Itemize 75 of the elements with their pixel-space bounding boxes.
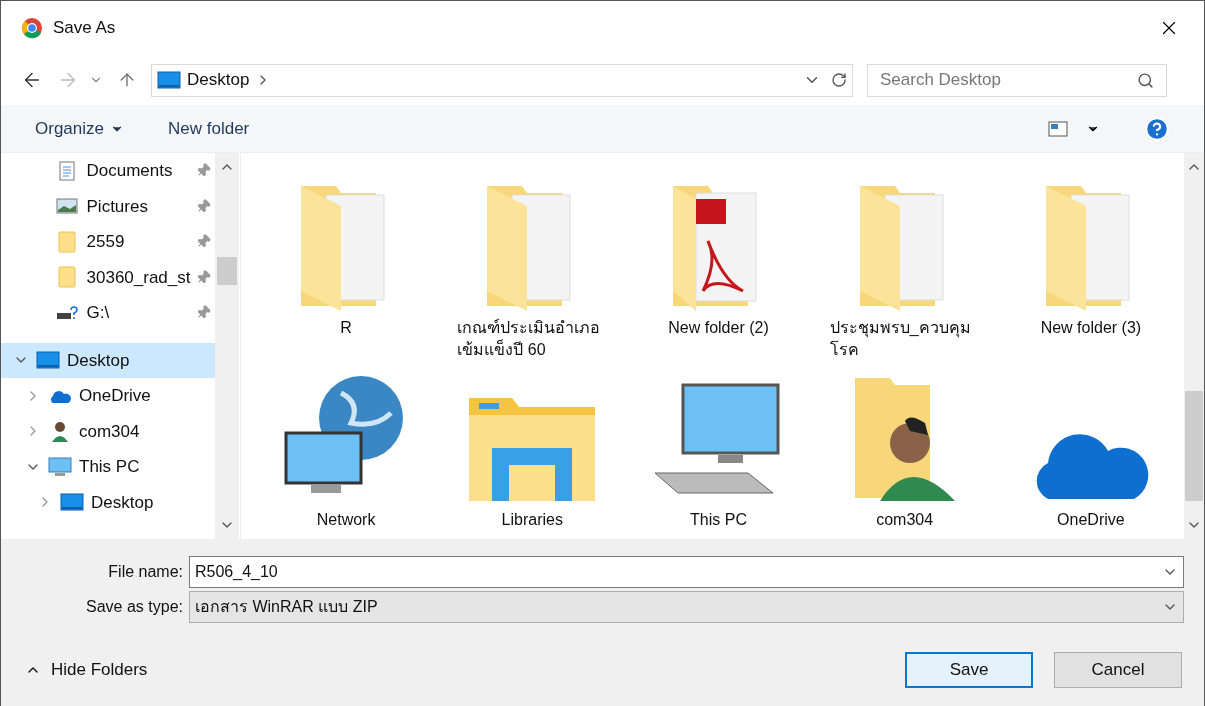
quick-access-item[interactable]: Pictures: [1, 188, 215, 224]
quick-access-item[interactable]: G:\: [1, 295, 215, 331]
save-button[interactable]: Save: [905, 652, 1033, 688]
file-item-label: ประชุมพรบ_ควบคุมโรค: [829, 318, 972, 360]
hide-folders-button[interactable]: Hide Folders: [25, 657, 148, 683]
refresh-icon[interactable]: [831, 72, 847, 88]
save-as-type-value: เอกสาร WinRAR แบบ ZIP: [195, 597, 379, 617]
tree-item[interactable]: Desktop: [1, 484, 215, 520]
file-name-input[interactable]: R506_4_10: [195, 560, 1162, 584]
help-icon[interactable]: [1144, 115, 1170, 142]
desktop-icon: [157, 71, 181, 89]
tree-item[interactable]: OneDrive: [1, 378, 215, 414]
file-item-label: com304: [875, 510, 935, 530]
tree-item[interactable]: This PC: [1, 449, 215, 485]
new-folder-button[interactable]: New folder: [168, 115, 250, 142]
scrollbar-thumb[interactable]: [1185, 391, 1203, 501]
search-field[interactable]: Search Desktop: [867, 63, 1167, 97]
quick-access-label: Documents: [86, 160, 174, 182]
save-as-type-dropdown[interactable]: เอกสาร WinRAR แบบ ZIP: [189, 591, 1184, 623]
file-item-label: เกณฑ์ประเมินอำเภอเข้มแข็งปี 60: [457, 317, 602, 360]
file-name-field[interactable]: R506_4_10: [189, 556, 1184, 588]
document-icon: [57, 160, 76, 181]
file-item-label: Network: [315, 510, 377, 530]
user-icon: [50, 420, 70, 443]
file-item-label: Libraries: [500, 510, 564, 530]
cancel-button[interactable]: Cancel: [1054, 652, 1182, 688]
desktop-icon: [60, 493, 84, 512]
search-icon[interactable]: [1137, 71, 1154, 89]
file-item-label: OneDrive: [1056, 510, 1126, 530]
picture-icon: [55, 198, 78, 215]
file-item-label: This PC: [689, 510, 748, 530]
save-as-type-label: Save as type:: [85, 597, 184, 617]
file-name-label: File name:: [107, 562, 184, 582]
file-item[interactable]: com304: [811, 371, 998, 531]
sidebar-scrollbar[interactable]: [215, 153, 239, 539]
file-item[interactable]: ประชุมพรบ_ควบคุมโรค: [811, 179, 998, 361]
quick-access-item[interactable]: 30360_rad_st: [1, 259, 215, 295]
content-scrollbar[interactable]: [1184, 153, 1204, 539]
computer-icon: [48, 456, 72, 477]
tree-item-label: OneDrive: [79, 385, 151, 407]
quick-access-item[interactable]: Documents: [1, 153, 215, 189]
file-item[interactable]: Network: [253, 371, 440, 531]
desktop-icon: [36, 351, 60, 370]
address-bar[interactable]: Desktop: [151, 63, 853, 97]
file-item-label: R: [339, 318, 353, 338]
file-item-label: New folder (3): [1039, 318, 1143, 338]
scrollbar-thumb[interactable]: [217, 257, 237, 285]
file-item[interactable]: Libraries: [439, 371, 626, 531]
quick-access-label: 30360_rad_st: [86, 266, 192, 289]
folder-icon: [57, 230, 76, 253]
view-options-icon[interactable]: [1048, 120, 1068, 137]
quick-access-item[interactable]: 2559: [1, 224, 215, 260]
organize-menu-button[interactable]: Organize: [35, 115, 124, 142]
quick-access-label: 2559: [86, 231, 126, 253]
file-item[interactable]: R: [253, 179, 440, 361]
tree-item[interactable]: Desktop: [1, 342, 215, 378]
browser-logo-icon: [21, 17, 43, 39]
tree-item[interactable]: com304: [1, 413, 215, 449]
file-item[interactable]: New folder (3): [997, 179, 1184, 361]
file-item[interactable]: เกณฑ์ประเมินอำเภอเข้มแข็งปี 60: [439, 179, 626, 361]
file-item[interactable]: OneDrive: [997, 371, 1184, 531]
file-item-label: New folder (2): [667, 318, 770, 338]
quick-access-label: Pictures: [86, 195, 149, 218]
file-item[interactable]: New folder (2): [625, 179, 812, 361]
tree-item-label: Desktop: [91, 491, 154, 514]
tree-item-label: Desktop: [67, 349, 130, 372]
search-input[interactable]: Search Desktop: [880, 67, 1137, 93]
tree-item-label: com304: [79, 420, 140, 443]
quick-access-label: G:\: [86, 302, 111, 324]
address-location: Desktop: [187, 69, 250, 92]
folder-icon: [57, 266, 76, 289]
window-title: Save As: [53, 17, 116, 40]
file-item[interactable]: This PC: [625, 371, 812, 531]
tree-item-label: This PC: [79, 456, 140, 478]
drive-icon: [55, 304, 78, 321]
